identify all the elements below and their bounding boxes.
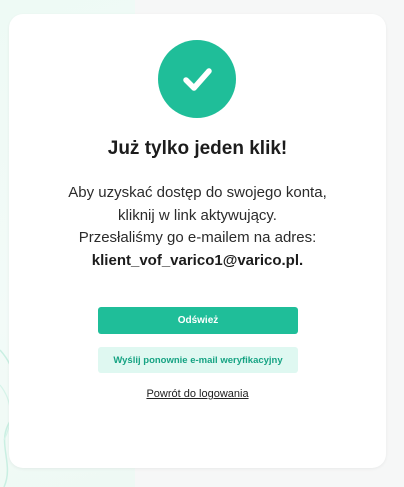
checkmark-glyph (183, 68, 212, 91)
resend-email-button[interactable]: Wyślij ponownie e-mail weryfikacyjny (98, 347, 298, 373)
confirmation-message: Aby uzyskać dostęp do swojego konta, kli… (9, 182, 386, 272)
refresh-button[interactable]: Odśwież (98, 307, 298, 334)
page-title: Już tylko jeden klik! (107, 138, 288, 159)
message-line-3: Przesłaliśmy go e-mailem na adres: (78, 229, 317, 246)
message-line-2: kliknij w link aktywujący. (118, 206, 277, 224)
check-icon (158, 40, 236, 118)
confirmation-card: Już tylko jeden klik! Aby uzyskać dostęp… (9, 14, 386, 468)
message-line-1: Aby uzyskać dostęp do swojego konta, (68, 184, 327, 201)
back-to-login-link[interactable]: Powrót do logowania (9, 388, 386, 400)
email-address: klient_vof_varico1@varico.pl. (91, 251, 304, 269)
